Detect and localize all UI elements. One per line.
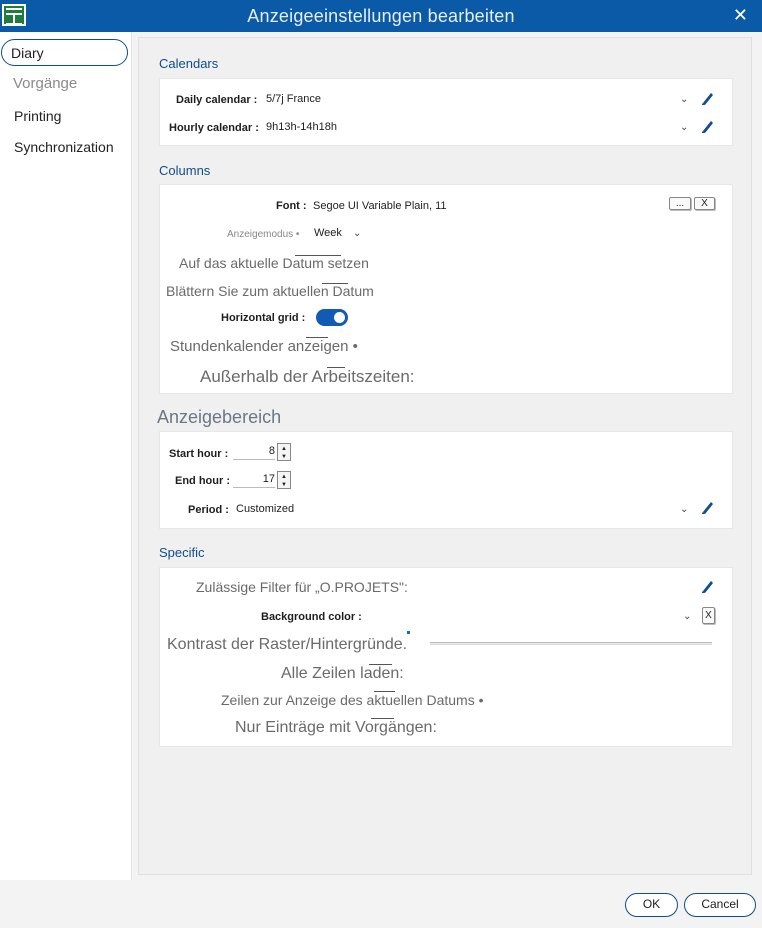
- caret-mark: [295, 255, 341, 256]
- chevron-down-icon[interactable]: ⌄: [680, 504, 688, 515]
- pencil-icon[interactable]: [700, 578, 714, 594]
- background-color-clear-button[interactable]: X: [702, 607, 715, 624]
- caret-down-icon[interactable]: ▼: [281, 482, 287, 488]
- window-title: Anzeigeeinstellungen bearbeiten: [247, 6, 515, 26]
- daily-calendar-label: Daily calendar :: [176, 94, 258, 106]
- hourly-calendar-label: Hourly calendar :: [169, 122, 259, 134]
- caret-mark: [369, 664, 392, 665]
- chevron-down-icon[interactable]: ⌄: [353, 228, 361, 239]
- chevron-down-icon[interactable]: ⌄: [680, 122, 688, 133]
- display-mode-select[interactable]: Week: [314, 227, 342, 239]
- sidebar: Diary Vorgänge Printing Synchronization: [0, 32, 132, 880]
- font-value: Segoe UI Variable Plain, 11: [313, 200, 447, 212]
- display-mode-label: Anzeigemodus •: [227, 229, 300, 240]
- start-hour-label: Start hour :: [169, 448, 229, 460]
- period-select[interactable]: Customized: [236, 503, 294, 515]
- caret-up-icon[interactable]: ▲: [281, 474, 287, 480]
- rows-today-option[interactable]: Zeilen zur Anzeige des aktuellen Datums …: [221, 692, 484, 708]
- chevron-down-icon[interactable]: ⌄: [683, 611, 691, 622]
- title-bar: Anzeigeeinstellungen bearbeiten ✕: [0, 0, 762, 32]
- show-hourly-option[interactable]: Stundenkalender anzeigen •: [170, 338, 358, 355]
- caret-mark: [306, 337, 328, 338]
- load-all-rows-option[interactable]: Alle Zeilen laden:: [281, 665, 404, 683]
- sidebar-item-printing[interactable]: Printing: [14, 108, 61, 124]
- section-title-columns: Columns: [159, 163, 211, 178]
- display-area-panel: Start hour : 8 ▲ ▼ End hour : 17 ▲ ▼ Perio…: [159, 431, 733, 529]
- caret-up-icon[interactable]: ▲: [281, 446, 287, 452]
- end-hour-value[interactable]: 17: [233, 473, 275, 488]
- pencil-icon[interactable]: [700, 118, 714, 134]
- background-color-label: Background color :: [261, 611, 362, 623]
- stepper-arrows[interactable]: ▲ ▼: [277, 443, 291, 461]
- sidebar-item-synchronization[interactable]: Synchronization: [14, 139, 114, 155]
- focus-marker: [407, 631, 410, 634]
- sidebar-item-diary[interactable]: Diary: [1, 39, 128, 66]
- font-label: Font :: [276, 200, 307, 212]
- horizontal-grid-label: Horizontal grid :: [221, 312, 306, 324]
- settings-content: Calendars Daily calendar : 5/7j France ⌄…: [138, 37, 752, 875]
- section-title-display-area: Anzeigebereich: [157, 407, 282, 427]
- scroll-today-option[interactable]: Blättern Sie zum aktuellen Datum: [166, 283, 374, 299]
- end-hour-stepper[interactable]: 17 ▲ ▼: [233, 471, 293, 489]
- section-title-specific: Specific: [159, 545, 205, 560]
- hourly-calendar-select[interactable]: 9h13h-14h18h: [266, 121, 337, 133]
- contrast-label: Kontrast der Raster/Hintergründe.: [167, 636, 408, 653]
- pencil-icon[interactable]: [700, 90, 714, 106]
- caret-down-icon[interactable]: ▼: [281, 454, 287, 460]
- start-hour-value[interactable]: 8: [233, 445, 275, 460]
- caret-mark: [371, 718, 394, 719]
- calendars-panel: Daily calendar : 5/7j France ⌄ Hourly ca…: [159, 78, 733, 146]
- goto-today-option[interactable]: Auf das aktuelle Datum setzen: [179, 255, 369, 271]
- end-hour-label: End hour :: [175, 475, 230, 487]
- daily-calendar-select[interactable]: 5/7j France: [266, 93, 321, 105]
- only-tasks-option[interactable]: Nur Einträge mit Vorgängen:: [235, 719, 437, 737]
- caret-mark: [374, 691, 395, 692]
- font-clear-button[interactable]: X: [694, 197, 715, 210]
- contrast-slider[interactable]: [430, 642, 712, 645]
- close-icon[interactable]: ✕: [733, 5, 748, 25]
- allowed-filters-option[interactable]: Zulässige Filter für „O.PROJETS":: [196, 579, 408, 595]
- specific-panel: Zulässige Filter für „O.PROJETS": Backgr…: [159, 567, 733, 747]
- cancel-button[interactable]: Cancel: [684, 893, 756, 917]
- caret-mark: [327, 367, 345, 368]
- start-hour-stepper[interactable]: 8 ▲ ▼: [233, 443, 293, 461]
- period-label: Period :: [188, 504, 229, 516]
- columns-panel: Font : Segoe UI Variable Plain, 11 ... X…: [159, 184, 733, 394]
- caret-mark: [322, 283, 348, 284]
- stepper-arrows[interactable]: ▲ ▼: [277, 471, 291, 489]
- ok-button[interactable]: OK: [625, 893, 678, 917]
- section-title-calendars: Calendars: [159, 56, 219, 71]
- sidebar-item-vorgaenge[interactable]: Vorgänge: [13, 75, 77, 92]
- font-browse-button[interactable]: ...: [669, 197, 691, 210]
- horizontal-grid-toggle[interactable]: [316, 309, 348, 326]
- outside-hours-option[interactable]: Außerhalb der Arbeitszeiten:: [200, 367, 415, 387]
- pencil-icon[interactable]: [700, 499, 714, 515]
- chevron-down-icon[interactable]: ⌄: [680, 94, 688, 105]
